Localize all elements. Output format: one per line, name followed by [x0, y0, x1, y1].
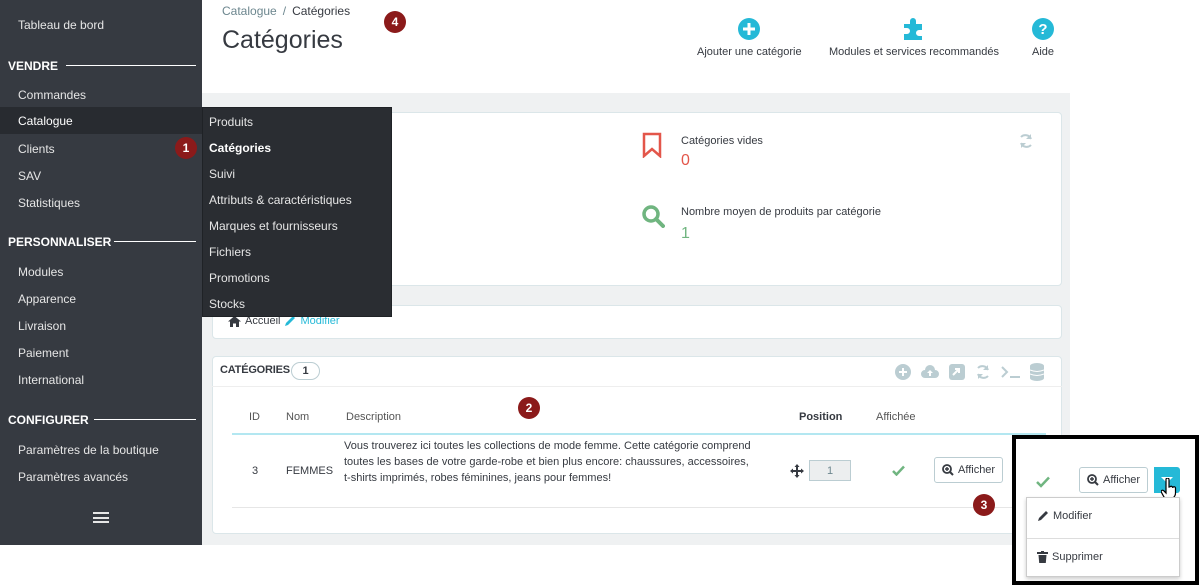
bookmark-icon — [642, 132, 662, 158]
column-description[interactable]: Description — [346, 411, 401, 423]
zoom-view-button[interactable]: Afficher — [1079, 467, 1149, 493]
trash-icon — [1037, 551, 1048, 563]
sidebar-item-dashboard[interactable]: Tableau de bord — [18, 18, 104, 32]
submenu-item-produits[interactable]: Produits — [209, 115, 253, 129]
sidebar-item-catalogue[interactable]: Catalogue — [0, 107, 202, 134]
submenu-item-fichiers[interactable]: Fichiers — [209, 245, 251, 259]
check-icon[interactable] — [892, 465, 905, 476]
kpi-avg-value: 1 — [681, 225, 690, 242]
zoom-view-label: Afficher — [1103, 474, 1141, 486]
column-position[interactable]: Position — [799, 411, 842, 423]
sidebar-item-parametres-boutique[interactable]: Paramètres de la boutique — [18, 443, 159, 457]
sidebar-item-clients[interactable]: Clients — [18, 142, 55, 156]
sidebar-section-title: CONFIGURER — [8, 413, 89, 427]
help-label: Aide — [1032, 46, 1055, 58]
submenu-item-categories[interactable]: Catégories — [209, 141, 271, 155]
pencil-icon — [1038, 511, 1048, 521]
column-displayed[interactable]: Affichée — [876, 411, 916, 423]
submenu-item-marques[interactable]: Marques et fournisseurs — [209, 219, 338, 233]
database-icon[interactable] — [1030, 363, 1044, 381]
recommended-modules-label: Modules et services recommandés — [829, 46, 999, 58]
sidebar-section-configurer: CONFIGURER — [8, 413, 89, 427]
panel-divider — [212, 386, 1062, 387]
drag-move-icon[interactable] — [790, 464, 804, 478]
annotation-badge-1: 1 — [175, 137, 197, 159]
terminal-icon[interactable] — [1001, 364, 1021, 380]
recommended-modules-button[interactable]: Modules et services recommandés — [829, 18, 999, 58]
menu-icon[interactable] — [93, 512, 109, 523]
page: Tableau de bord VENDRE Commandes Catalog… — [0, 0, 1200, 586]
sidebar-section-vendre: VENDRE — [8, 59, 58, 73]
puzzle-icon — [903, 18, 922, 40]
catalogue-submenu: Produits Catégories Suivi Attributs & ca… — [202, 107, 392, 317]
refresh-icon[interactable] — [1018, 133, 1034, 149]
row-divider — [232, 507, 1046, 508]
sidebar-item-international[interactable]: International — [18, 373, 84, 387]
list-title: CATÉGORIES — [220, 364, 290, 376]
annotation-badge-3: 3 — [973, 494, 995, 516]
sidebar: Tableau de bord VENDRE Commandes Catalog… — [0, 0, 202, 545]
export-icon[interactable] — [949, 364, 965, 380]
breadcrumb: Catalogue / Catégories — [222, 4, 350, 18]
breadcrumb-parent[interactable]: Catalogue — [222, 4, 277, 18]
add-category-button[interactable]: Ajouter une catégorie — [697, 18, 802, 58]
kpi-empty-value: 0 — [681, 152, 690, 169]
dropdown-item-edit[interactable]: Modifier — [1037, 510, 1092, 522]
submenu-item-stocks[interactable]: Stocks — [209, 297, 245, 311]
add-icon[interactable] — [895, 364, 911, 380]
plus-circle-icon — [738, 18, 761, 40]
list-toolbar — [895, 363, 1044, 381]
sidebar-section-title: VENDRE — [8, 59, 59, 73]
sidebar-item-label: Catalogue — [18, 114, 73, 128]
refresh-list-icon[interactable] — [974, 364, 992, 380]
dropdown-delete-label: Supprimer — [1052, 551, 1103, 563]
sidebar-item-sav[interactable]: SAV — [18, 169, 41, 183]
breadcrumb-separator: / — [282, 4, 287, 18]
sidebar-item-statistiques[interactable]: Statistiques — [18, 196, 80, 210]
zoom-in-icon — [942, 464, 954, 476]
svg-text:?: ? — [1038, 21, 1047, 38]
dropdown-edit-label: Modifier — [1053, 510, 1093, 522]
sidebar-section-personnaliser: PERSONNALISER — [8, 235, 111, 249]
sidebar-item-paiement[interactable]: Paiement — [18, 346, 69, 360]
submenu-item-suivi[interactable]: Suivi — [209, 167, 235, 181]
kpi-avg-label: Nombre moyen de produits par catégorie — [681, 206, 881, 218]
dropdown-item-delete[interactable]: Supprimer — [1037, 551, 1103, 563]
position-field[interactable]: 1 — [809, 460, 851, 481]
row-id: 3 — [252, 465, 259, 477]
cloud-upload-icon[interactable] — [920, 364, 940, 380]
sidebar-item-livraison[interactable]: Livraison — [18, 319, 66, 333]
view-button-label: Afficher — [958, 464, 996, 476]
sidebar-item-commandes[interactable]: Commandes — [18, 88, 86, 102]
header-underline — [232, 433, 1046, 435]
sidebar-item-modules[interactable]: Modules — [18, 265, 63, 279]
annotation-badge-4: 4 — [384, 11, 406, 33]
submenu-item-attributs[interactable]: Attributs & caractéristiques — [209, 193, 352, 207]
dropdown-divider — [1027, 538, 1179, 539]
sidebar-item-parametres-avances[interactable]: Paramètres avancés — [18, 470, 128, 484]
check-icon — [1036, 476, 1050, 488]
home-icon — [228, 315, 241, 327]
breadcrumb-current: Catégories — [292, 4, 351, 18]
sidebar-item-apparence[interactable]: Apparence — [18, 292, 76, 306]
kpi-empty-label: Catégories vides — [681, 135, 763, 147]
actions-dropdown: Modifier Supprimer — [1026, 497, 1180, 577]
search-icon — [642, 205, 665, 228]
help-icon: ? — [1032, 18, 1055, 40]
sidebar-section-title: PERSONNALISER — [8, 235, 112, 249]
zoom-in-icon — [1087, 474, 1099, 486]
row-name: FEMMES — [286, 465, 334, 477]
add-category-label: Ajouter une catégorie — [697, 46, 802, 58]
help-button[interactable]: ? Aide — [1032, 18, 1054, 58]
annotation-badge-2: 2 — [518, 397, 540, 419]
list-count-badge: 1 — [291, 362, 320, 380]
column-name[interactable]: Nom — [286, 411, 309, 423]
submenu-item-promotions[interactable]: Promotions — [209, 271, 270, 285]
column-id[interactable]: ID — [249, 411, 260, 423]
view-button[interactable]: Afficher — [934, 457, 1004, 483]
page-title: Catégories — [222, 26, 343, 54]
row-description: Vous trouverez ici toutes les collection… — [344, 440, 751, 484]
